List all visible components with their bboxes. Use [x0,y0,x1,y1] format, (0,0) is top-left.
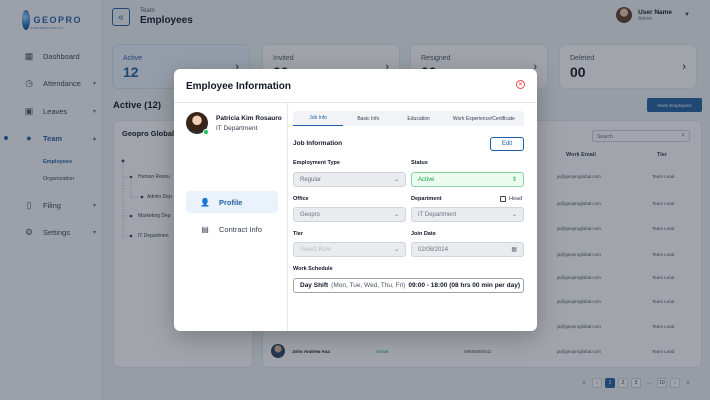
shift-hours: 09:00 - 18:00 (08 hrs 00 min per day) [408,282,520,289]
chevron-updown-icon: ⇕ [511,177,517,183]
tier-select[interactable]: Select Role ⌄ [293,242,406,257]
date-value: 02/08/2024 [418,246,449,253]
shift-days: (Mon, Tue, Wed, Thu, Fri) [331,282,406,289]
subtab-education[interactable]: Education [393,111,443,126]
calendar-icon[interactable]: ▦ [511,246,517,253]
profile-department: IT Department [216,125,258,132]
section-title: Job Information [293,140,343,147]
select-value: Geopro [300,211,321,218]
tab-contract-info[interactable]: ▤ Contract Info [186,218,278,240]
online-status-dot [203,129,209,135]
work-schedule-field[interactable]: Day Shift (Mon, Tue, Wed, Thu, Fri) 09:0… [293,278,524,293]
employment-type-label: Employment Type [293,160,340,166]
employee-info-modal: Employee Information ✕ Patricia Kim Rosa… [174,69,537,331]
shift-name: Day Shift [300,282,329,289]
select-value: IT Department [418,211,457,218]
close-icon[interactable]: ✕ [516,80,525,89]
select-value: Regular [300,176,322,183]
select-placeholder: Select Role [300,246,331,253]
subtab-bar: Job Info Basic Info Education Work Exper… [293,111,524,126]
subtab-job-info[interactable]: Job Info [293,111,344,126]
chevron-down-icon: ⌄ [393,212,399,218]
modal-title: Employee Information [186,81,292,92]
subtab-basic-info[interactable]: Basic Info [343,111,393,126]
department-label: Department [411,196,442,202]
chevron-down-icon: ⌄ [393,247,399,253]
person-icon: 👤 [200,197,210,207]
chevron-down-icon: ⌄ [393,177,399,183]
tab-label: Contract Info [219,224,262,234]
department-select[interactable]: IT Department ⌄ [411,207,524,222]
checkbox-label: Head [509,196,523,202]
modal-sidebar: Patricia Kim Rosauro IT Department 👤 Pro… [174,103,288,331]
edit-button[interactable]: Edit [490,137,524,151]
tab-profile[interactable]: 👤 Profile [186,191,278,213]
select-value: Active [418,176,435,183]
job-info-panel: Job Info Basic Info Education Work Exper… [289,103,537,331]
head-checkbox[interactable]: Head [500,196,522,202]
office-label: Office [293,196,309,202]
work-schedule-label: Work Schedule [293,266,333,272]
chevron-down-icon: ⌄ [511,212,517,218]
employment-type-select[interactable]: Regular ⌄ [293,172,406,187]
join-date-input[interactable]: 02/08/2024 ▦ [411,242,524,257]
document-icon: ▤ [201,224,209,234]
subtab-work-experience[interactable]: Work Experience/Certificate [444,111,524,126]
checkbox-box [500,196,506,202]
office-select[interactable]: Geopro ⌄ [293,207,406,222]
status-select[interactable]: Active ⇕ [411,172,524,187]
join-date-label: Join Date [411,231,436,237]
tier-label: Tier [293,231,303,237]
profile-name: Patricia Kim Rosauro [216,115,282,122]
tab-label: Profile [219,197,243,207]
status-label: Status [411,160,428,166]
